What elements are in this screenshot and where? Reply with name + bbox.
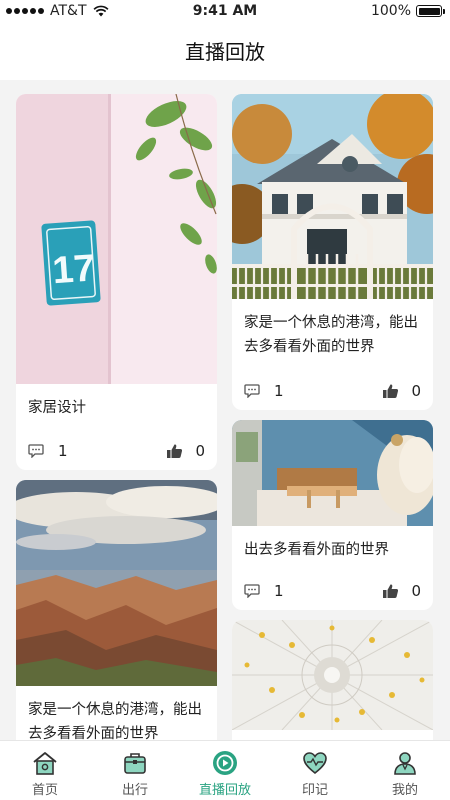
tab-label: 出行	[121, 783, 148, 798]
tab-bar: 首页 出行 直播回放 印记 我的	[0, 740, 450, 800]
battery-percent: 100%	[370, 3, 411, 19]
feed-card[interactable]: 17 家居设计 1 0	[16, 94, 217, 470]
card-meta: 1 0	[244, 582, 421, 600]
feed-card[interactable]: 家是一个休息的港湾，能出去多看看外面的世界 1 0	[232, 94, 433, 410]
card-image: 17	[16, 94, 217, 384]
card-title: 家是一个休息的港湾，能出去多看看外面的世界	[28, 702, 202, 740]
battery-icon	[416, 5, 445, 17]
like-count: 0	[195, 442, 205, 460]
thumbs-up-icon[interactable]	[382, 583, 399, 599]
status-bar: AT&T 9:41 AM 100%	[0, 0, 450, 24]
tab-label: 我的	[391, 783, 418, 798]
person-icon	[394, 752, 416, 775]
card-title: 出去多看看外面的世界	[244, 542, 389, 558]
tab-label: 首页	[31, 783, 58, 798]
comment-icon[interactable]	[244, 584, 260, 598]
comment-count: 1	[274, 382, 284, 400]
tab-label: 印记	[301, 783, 328, 798]
card-meta: 1 0	[244, 382, 421, 400]
tab-live-replay[interactable]: 直播回放	[180, 741, 270, 800]
tab-travel[interactable]: 出行	[90, 741, 180, 800]
comment-icon[interactable]	[244, 384, 260, 398]
tab-mine[interactable]: 我的	[360, 741, 450, 800]
feed-card[interactable]: 出去多看看外面的世界 1 0	[232, 420, 433, 610]
suitcase-icon	[124, 753, 146, 774]
nav-bar: 直播回放	[0, 24, 450, 80]
card-image	[232, 620, 433, 730]
card-image	[232, 420, 433, 526]
card-title: 家居设计	[28, 400, 86, 416]
card-image	[16, 480, 217, 686]
page-title: 直播回放	[185, 40, 265, 64]
like-count: 0	[411, 582, 421, 600]
heart-pulse-icon	[303, 752, 327, 775]
like-count: 0	[411, 382, 421, 400]
thumbs-up-icon[interactable]	[382, 383, 399, 399]
feed-card[interactable]: 家是一个休息的港湾，能出去多看看外面的世界	[16, 480, 217, 740]
tab-label: 直播回放	[198, 783, 251, 798]
card-title: 家是一个休息的港湾，能出去多看看外面的世界	[244, 315, 418, 355]
tab-imprint[interactable]: 印记	[270, 741, 360, 800]
comment-count: 1	[274, 582, 284, 600]
card-meta: 1 0	[28, 442, 205, 460]
home-icon	[33, 752, 57, 775]
feed-card[interactable]	[232, 620, 433, 740]
thumbs-up-icon[interactable]	[166, 443, 183, 459]
replay-icon	[213, 751, 237, 775]
tab-home[interactable]: 首页	[0, 741, 90, 800]
feed[interactable]: 17 家居设计 1 0 家是一个休息的港湾，能出去多看看外面的世界 1 0 出去…	[0, 80, 450, 740]
status-right: 100%	[370, 3, 445, 19]
comment-count: 1	[58, 442, 68, 460]
comment-icon[interactable]	[28, 444, 44, 458]
card-image	[232, 94, 433, 299]
svg-text:17: 17	[51, 247, 96, 292]
